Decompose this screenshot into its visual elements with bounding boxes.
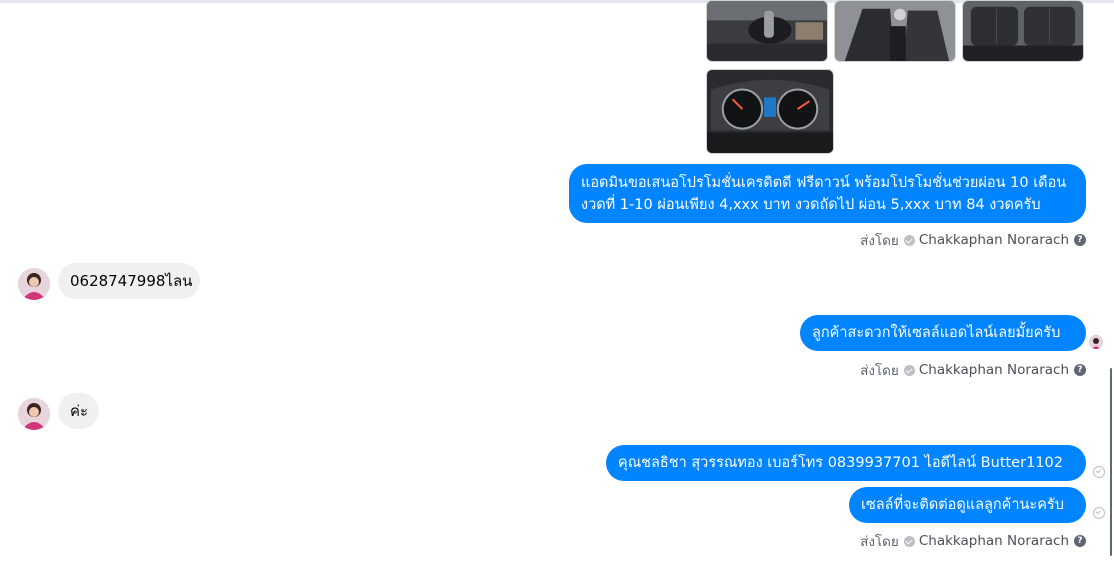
incoming-message-ok[interactable]: ค่ะ [58,393,99,429]
sent-status-icon [1093,507,1105,519]
verified-check-icon [903,364,915,376]
sent-by-info: ส่งโดย Chakkaphan Norarach ? [860,530,1086,552]
chat-photo-rear-seats[interactable] [962,0,1084,62]
chat-photo-gear-shifter[interactable] [706,0,828,62]
seen-avatar [1089,335,1103,349]
promo-line-1: แอดมินขอเสนอโปรโมชั่นเครดิตดี ฟรีดาวน์ พ… [581,175,1067,191]
incoming-message-text: 0628747998ไลน [70,272,193,290]
sent-by-info: ส่งโดย Chakkaphan Norarach ? [860,229,1086,251]
incoming-message-text: ค่ะ [70,402,89,420]
sender-name[interactable]: Chakkaphan Norarach [919,362,1069,378]
help-icon[interactable]: ? [1074,535,1086,547]
outgoing-message-ask-line[interactable]: ลูกค้าสะดวกให้เซลล์แอดไลน์เลยมั้ยครับ [800,315,1086,351]
help-icon[interactable]: ? [1074,364,1086,376]
customer-avatar[interactable] [18,398,50,430]
sender-name[interactable]: Chakkaphan Norarach [919,232,1069,248]
sent-status-icon [1093,466,1105,478]
sender-name[interactable]: Chakkaphan Norarach [919,533,1069,549]
outgoing-message-text: คุณชลธิชา สุวรรณทอง เบอร์โทร 0839937701 … [618,455,1063,471]
outgoing-message-promo[interactable]: แอดมินขอเสนอโปรโมชั่นเครดิตดี ฟรีดาวน์ พ… [569,164,1086,223]
sent-by-info: ส่งโดย Chakkaphan Norarach ? [860,359,1086,381]
sent-by-label: ส่งโดย [860,233,899,249]
sent-by-label: ส่งโดย [860,363,899,379]
outgoing-message-text: เซลล์ที่จะติดต่อดูแลลูกค้านะครับ [861,497,1064,513]
customer-avatar[interactable] [18,268,50,300]
outgoing-message-text: ลูกค้าสะดวกให้เซลล์แอดไลน์เลยมั้ยครับ [812,325,1061,341]
scrollbar[interactable] [1110,368,1112,556]
outgoing-message-sales-note[interactable]: เซลล์ที่จะติดต่อดูแลลูกค้านะครับ [849,487,1086,523]
verified-check-icon [903,234,915,246]
chat-photo-dashboard[interactable] [706,69,834,154]
chat-photo-front-seats[interactable] [834,0,956,62]
outgoing-message-sales-contact[interactable]: คุณชลธิชา สุวรรณทอง เบอร์โทร 0839937701 … [606,445,1086,481]
sent-by-label: ส่งโดย [860,534,899,550]
help-icon[interactable]: ? [1074,234,1086,246]
promo-line-2: งวดที่ 1-10 ผ่อนเพียง 4,xxx บาท งวดถัดไป… [581,197,1041,213]
incoming-message-phone[interactable]: 0628747998ไลน [58,263,200,299]
verified-check-icon [903,535,915,547]
